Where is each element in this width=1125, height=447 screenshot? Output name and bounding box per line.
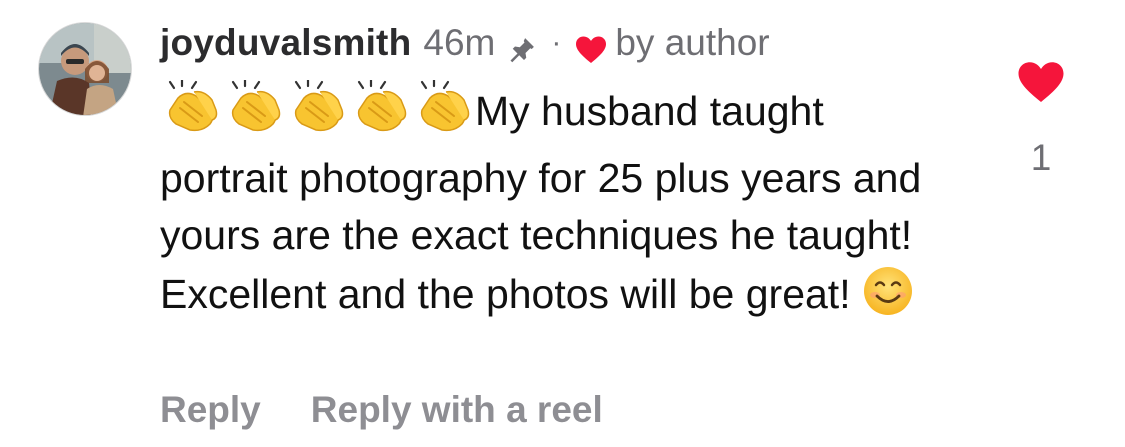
clapping-hands-emoji <box>160 78 220 150</box>
avatar-photo <box>39 23 131 115</box>
comment-header: joyduvalsmith 46m · by author <box>160 18 770 68</box>
smiling-face-emoji <box>862 265 914 333</box>
by-author-label: by author <box>615 22 770 63</box>
comment-timestamp: 46m <box>423 22 496 63</box>
author-liked-heart-icon <box>575 28 607 63</box>
comment-body: My husband taught portrait photography f… <box>160 78 960 333</box>
clapping-hands-emoji <box>286 78 346 150</box>
meta-separator: · <box>551 26 562 59</box>
clapping-hands-emoji <box>223 78 283 150</box>
clapping-hands-emoji <box>412 78 472 150</box>
reply-button[interactable]: Reply <box>160 389 261 431</box>
username-link[interactable]: joyduvalsmith <box>160 18 411 68</box>
like-heart-icon[interactable] <box>1017 60 1065 105</box>
like-count[interactable]: 1 <box>1020 137 1062 179</box>
pin-icon <box>507 28 537 63</box>
comment-actions: Reply Reply with a reel <box>160 385 603 435</box>
reply-with-reel-button[interactable]: Reply with a reel <box>311 389 603 431</box>
clap-emoji-group <box>160 78 475 134</box>
clapping-hands-emoji <box>349 78 409 150</box>
avatar[interactable] <box>38 22 132 116</box>
